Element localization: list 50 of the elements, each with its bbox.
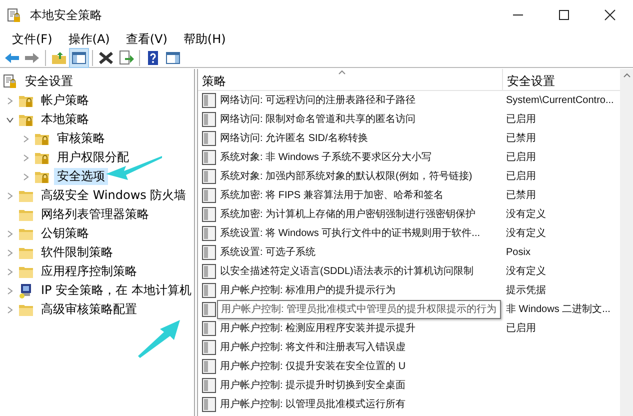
- security-setting-value: 已启用: [506, 114, 536, 125]
- tree-item[interactable]: 本地策略: [38, 111, 92, 128]
- security-setting-value: 没有定义: [506, 228, 546, 239]
- security-setting-value: 已启用: [506, 152, 536, 163]
- policy-name: 网络访问: 可远程访问的注册表路径和子路径: [220, 94, 416, 108]
- policy-name: 用户帐户控制: 以管理员批准模式运行所有: [220, 398, 406, 412]
- security-setting-value: 提示凭据: [506, 285, 546, 296]
- policy-name: 系统加密: 为计算机上存储的用户密钥强制进行强密钥保护: [220, 208, 476, 222]
- tree-item[interactable]: 帐户策略: [38, 92, 92, 109]
- column-header[interactable]: 安全设置: [502, 69, 618, 90]
- security-setting-value: 已启用: [506, 171, 536, 182]
- menu-item[interactable]: 操作(A): [60, 30, 118, 48]
- tree-item[interactable]: 公钥策略: [38, 225, 92, 242]
- window-title: 本地安全策略: [30, 7, 102, 24]
- policy-name: 系统对象: 加强内部系统对象的默认权限(例如，符号链接): [220, 170, 472, 184]
- tree-item[interactable]: 安全选项: [54, 168, 108, 185]
- security-setting-value: 已禁用: [506, 133, 536, 144]
- policy-name: 网络访问: 允许匿名 SID/名称转换: [220, 132, 368, 146]
- security-setting-value: 没有定义: [506, 209, 546, 220]
- policy-name: 系统对象: 非 Windows 子系统不要求区分大小写: [220, 150, 432, 165]
- tree-item[interactable]: 用户权限分配: [54, 149, 132, 166]
- tree-item[interactable]: 审核策略: [54, 130, 108, 147]
- security-setting-value: 没有定义: [506, 266, 546, 277]
- policy-name: 用户帐户控制: 仅提升安装在安全位置的 U: [220, 360, 406, 374]
- policy-name: 用户帐户控制: 检测应用程序安装并提示提升: [220, 322, 416, 336]
- security-setting-value: System\CurrentContro...: [506, 95, 614, 106]
- policy-name: 用户帐户控制: 将文件和注册表写入错误虚: [220, 340, 406, 355]
- security-setting-value: 已禁用: [506, 190, 536, 201]
- policy-name: 系统设置: 将 Windows 可执行文件中的证书规则用于软件...: [220, 226, 480, 241]
- tree-item[interactable]: IP 安全策略，在 本地计算机: [38, 282, 194, 299]
- menu-item[interactable]: 帮助(H): [175, 30, 234, 48]
- tree-item[interactable]: 网络列表管理器策略: [38, 206, 152, 223]
- policy-name: 以安全描述符定义语言(SDDL)语法表示的计算机访问限制: [220, 264, 474, 279]
- policy-name: 用户帐户控制: 提示提升时切换到安全桌面: [220, 378, 406, 393]
- policy-name: 系统设置: 可选子系统: [220, 246, 316, 260]
- tooltip: 用户帐户控制: 管理员批准模式中管理员的提升权限提示的行为: [217, 300, 501, 319]
- security-setting-value: 非 Windows 二进制文...: [506, 304, 610, 315]
- menu-item[interactable]: 文件(F): [4, 30, 60, 48]
- tree-item[interactable]: 软件限制策略: [38, 244, 116, 261]
- menu-item[interactable]: 查看(V): [118, 30, 176, 48]
- tree-item[interactable]: 高级审核策略配置: [38, 301, 140, 318]
- security-setting-value: Posix: [506, 247, 530, 258]
- column-header[interactable]: 策略: [198, 69, 502, 90]
- policy-name: 网络访问: 限制对命名管道和共享的匿名访问: [220, 112, 416, 127]
- policy-name: 用户帐户控制: 标准用户的提升提示行为: [220, 284, 396, 298]
- policy-name: 系统加密: 将 FIPS 兼容算法用于加密、哈希和签名: [220, 188, 444, 203]
- security-setting-value: 已启用: [506, 323, 536, 334]
- tree-item[interactable]: 安全设置: [22, 73, 76, 90]
- tree-item[interactable]: 应用程序控制策略: [38, 263, 140, 280]
- tree-item[interactable]: 高级安全 Windows 防火墙: [38, 187, 190, 204]
